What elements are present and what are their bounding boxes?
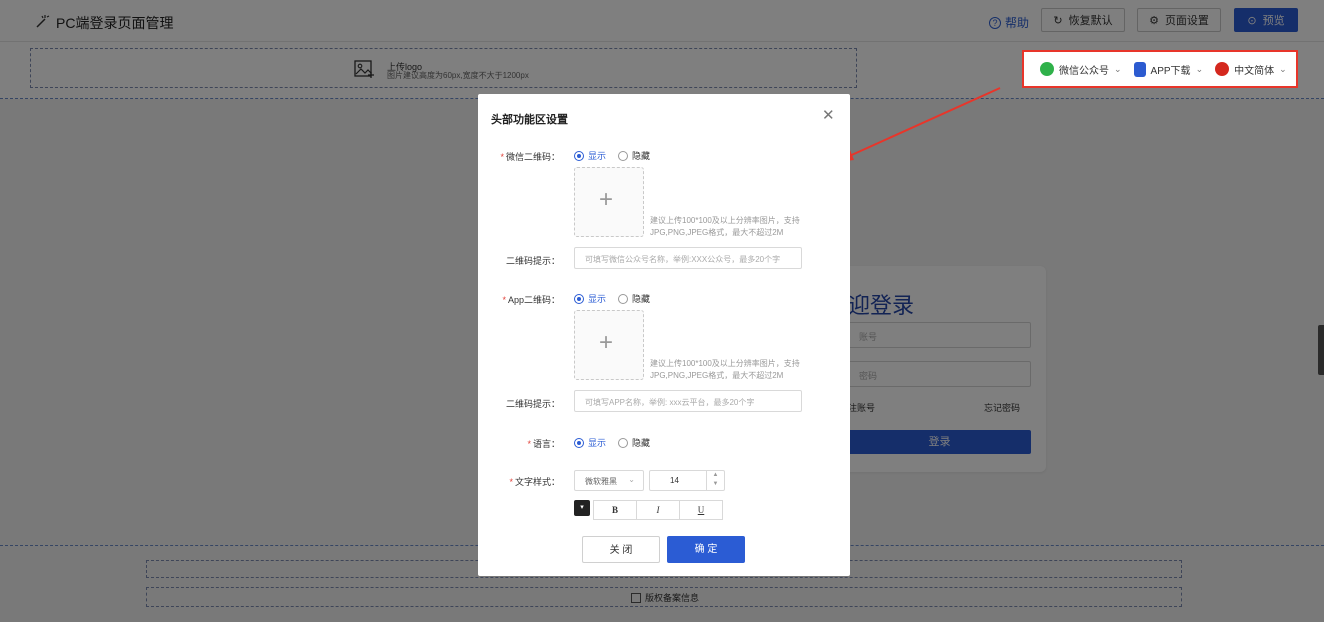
radio-checked-icon bbox=[574, 293, 584, 304]
close-button[interactable]: 关 闭 bbox=[582, 536, 660, 563]
chevron-down-icon: ⌄ bbox=[1195, 63, 1204, 74]
font-size-value: 14 bbox=[670, 476, 679, 485]
italic-button[interactable]: I bbox=[636, 500, 680, 520]
wechat-qr-upload[interactable]: + bbox=[574, 167, 644, 237]
app-qr-tip-label: 二维码提示： bbox=[505, 399, 560, 409]
underline-button[interactable]: U bbox=[679, 500, 723, 520]
china-flag-icon bbox=[1215, 62, 1230, 76]
modal-title: 头部功能区设置 bbox=[491, 114, 568, 126]
font-family-select[interactable]: 微软雅黑 ⌄ bbox=[574, 470, 644, 491]
hide-label: 隐藏 bbox=[632, 438, 651, 448]
font-family-value: 微软雅黑 bbox=[585, 477, 617, 486]
radio-checked-icon bbox=[574, 437, 584, 448]
header-function-area-highlight[interactable]: 微信公众号 ⌄ APP下载 ⌄ 中文简体 ⌄ bbox=[1022, 50, 1298, 88]
confirm-button[interactable]: 确 定 bbox=[667, 536, 745, 563]
bold-button[interactable]: B bbox=[593, 500, 637, 520]
wechat-qr-tip-input[interactable]: 可填写微信公众号名称，举例:XXX公众号，最多20个字 bbox=[574, 247, 802, 269]
wechat-icon bbox=[1040, 62, 1054, 76]
app-upload-hint: 建议上传100*100及以上分辨率图片，支持JPG,PNG,JPEG格式，最大不… bbox=[650, 359, 800, 380]
radio-unchecked-icon bbox=[618, 150, 628, 161]
stepper-arrows-icon[interactable]: ▲ ▼ bbox=[706, 471, 724, 490]
wechat-official-dropdown[interactable]: 微信公众号 ⌄ bbox=[1040, 62, 1122, 77]
language-label: 中文简体 bbox=[1234, 65, 1275, 77]
plus-icon: + bbox=[599, 186, 614, 213]
font-size-stepper[interactable]: 14 ▲ ▼ bbox=[649, 470, 725, 491]
app-download-dropdown[interactable]: APP下载 ⌄ bbox=[1133, 61, 1204, 77]
language-label: * 语言： bbox=[527, 439, 560, 449]
wechat-official-label: 微信公众号 bbox=[1059, 65, 1109, 77]
wechat-qr-tip-label: 二维码提示： bbox=[505, 256, 560, 266]
chevron-down-icon: ⌄ bbox=[1114, 63, 1122, 74]
chevron-down-icon: ⌄ bbox=[628, 475, 635, 484]
language-dropdown[interactable]: 中文简体 ⌄ bbox=[1215, 62, 1287, 77]
phone-icon bbox=[1133, 61, 1146, 77]
show-label: 显示 bbox=[588, 438, 607, 448]
radio-unchecked-icon bbox=[618, 437, 628, 448]
app-hide-radio[interactable]: 隐藏 bbox=[618, 292, 650, 305]
app-qr-tip-input[interactable]: 可填写APP名称，举例: xxx云平台，最多20个字 bbox=[574, 390, 802, 412]
wechat-upload-hint: 建议上传100*100及以上分辨率图片，支持JPG,PNG,JPEG格式，最大不… bbox=[650, 216, 800, 237]
text-style-label: * 文字样式： bbox=[509, 477, 560, 487]
show-label: 显示 bbox=[588, 294, 607, 304]
wechat-hide-radio[interactable]: 隐藏 bbox=[618, 149, 650, 162]
close-icon[interactable]: ✕ bbox=[822, 106, 835, 124]
text-color-picker[interactable]: ▾ bbox=[574, 500, 590, 516]
wechat-show-radio[interactable]: 显示 bbox=[574, 149, 606, 162]
app-qr-label: * App二维码： bbox=[502, 295, 560, 305]
plus-icon: + bbox=[599, 329, 614, 356]
wechat-qr-label: * 微信二维码： bbox=[500, 152, 560, 162]
radio-unchecked-icon bbox=[618, 293, 628, 304]
app-download-label: APP下载 bbox=[1150, 65, 1191, 77]
language-show-radio[interactable]: 显示 bbox=[574, 436, 606, 449]
chevron-down-icon: ⌄ bbox=[1279, 63, 1287, 74]
hide-label: 隐藏 bbox=[632, 151, 651, 161]
radio-checked-icon bbox=[574, 150, 584, 161]
text-format-group: B I U bbox=[593, 500, 723, 520]
header-function-settings-modal: 头部功能区设置 ✕ * 微信二维码： 显示 隐藏 + 建议上传100*100及以上… bbox=[478, 94, 850, 576]
app-show-radio[interactable]: 显示 bbox=[574, 292, 606, 305]
show-label: 显示 bbox=[588, 151, 607, 161]
app-qr-upload[interactable]: + bbox=[574, 310, 644, 380]
language-hide-radio[interactable]: 隐藏 bbox=[618, 436, 650, 449]
hide-label: 隐藏 bbox=[632, 294, 651, 304]
